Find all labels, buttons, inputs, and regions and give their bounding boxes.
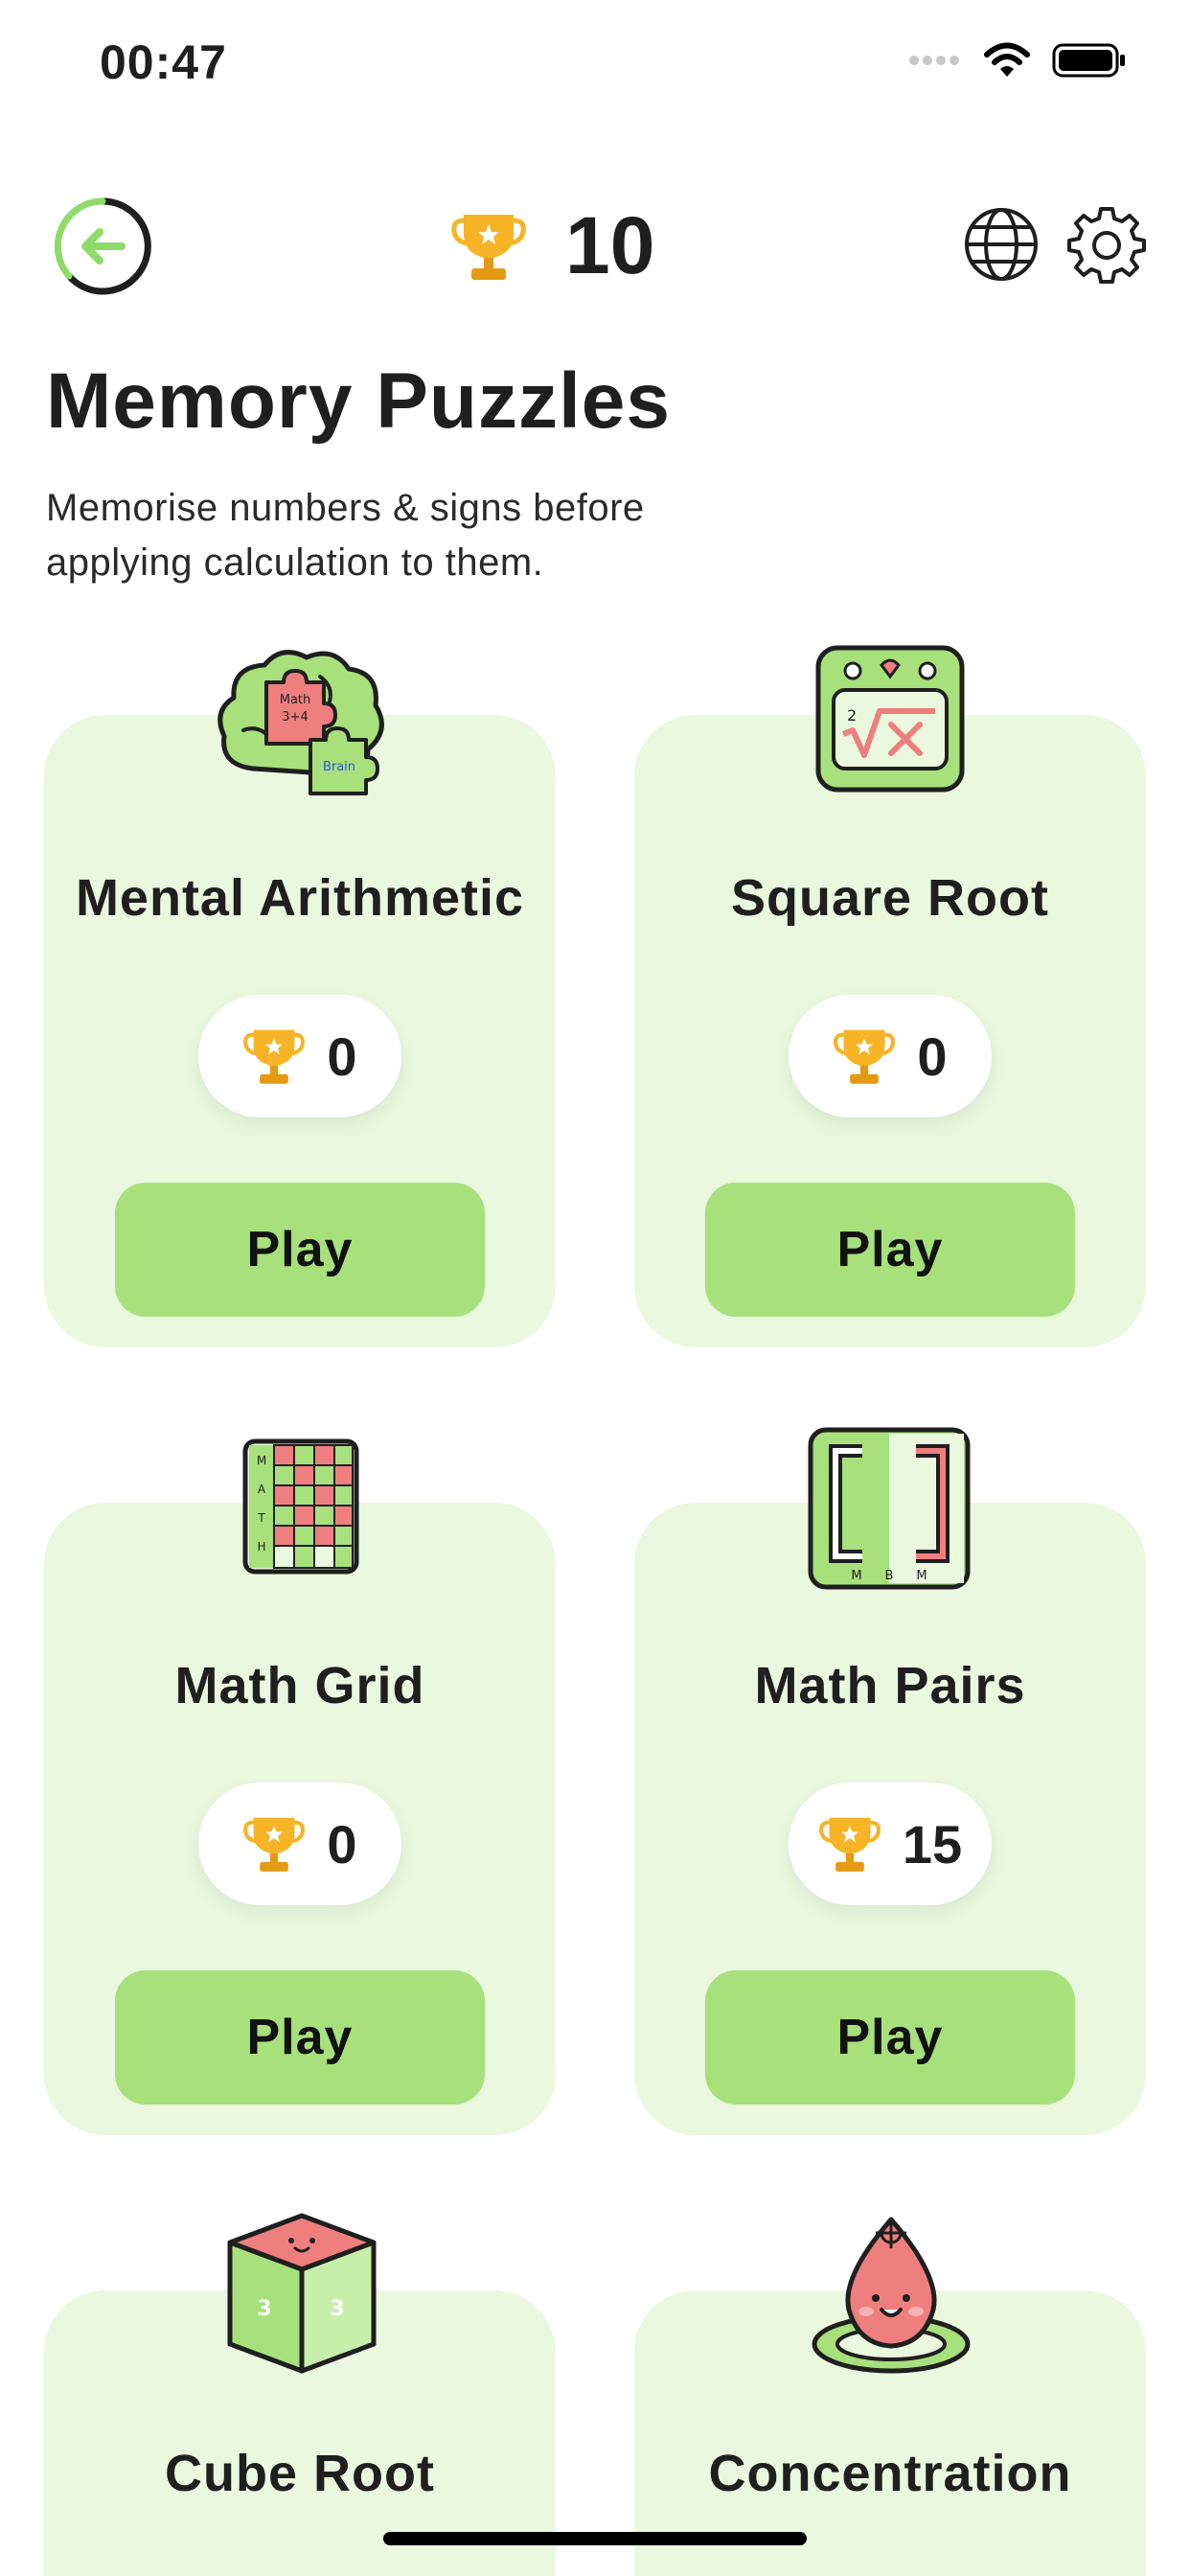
- play-button[interactable]: Play: [705, 1970, 1075, 2104]
- total-score-value: 10: [565, 200, 655, 290]
- signal-icon: [909, 56, 959, 65]
- svg-text:Brain: Brain: [323, 760, 355, 774]
- card-title: Square Root: [730, 869, 1050, 927]
- puzzle-card-mental-arithmetic: Math 3+4 Brain Mental Arithmetic 0 Play: [44, 650, 556, 1347]
- card-score-pill: 15: [789, 1782, 992, 1905]
- svg-text:3: 3: [330, 2297, 344, 2321]
- svg-text:3+4: 3+4: [282, 710, 308, 724]
- svg-text:2: 2: [847, 706, 857, 724]
- puzzle-card-square-root: 2 Square Root 0 Play: [634, 645, 1146, 1347]
- settings-button[interactable]: [1065, 203, 1148, 286]
- status-time: 00:47: [100, 35, 227, 89]
- page-title: Memory Puzzles: [46, 357, 671, 445]
- card-score-pill: 0: [198, 995, 401, 1117]
- globe-icon: [965, 208, 1038, 281]
- puzzle-card-math-pairs: M B M Math Pairs 15 Play: [634, 1427, 1146, 2135]
- battery-icon: [1052, 43, 1125, 78]
- svg-text:A: A: [258, 1483, 266, 1496]
- cube-icon: 3 3: [227, 2213, 377, 2374]
- trophy-icon: [243, 1817, 306, 1872]
- status-bar: 00:47: [0, 0, 1190, 125]
- trophy-icon: [834, 1029, 896, 1084]
- card-score-value: 0: [327, 1813, 357, 1874]
- trophy-icon: [451, 214, 526, 280]
- card-title: Cube Root: [165, 2445, 435, 2502]
- trophy-icon: [818, 1817, 881, 1872]
- back-button[interactable]: [50, 194, 155, 299]
- drop-target-icon: [812, 2217, 971, 2374]
- card-title: Math Grid: [174, 1657, 425, 1714]
- page-description: Memorise numbers & signs before applying…: [46, 487, 645, 584]
- wifi-icon: [984, 42, 1030, 77]
- math-grid-icon: M A T H: [242, 1438, 359, 1575]
- card-title: Mental Arithmetic: [75, 869, 525, 927]
- math-pairs-icon: M B M: [808, 1427, 971, 1590]
- svg-text:M: M: [916, 1569, 927, 1583]
- svg-text:Math: Math: [280, 693, 311, 707]
- brain-puzzle-icon: Math 3+4 Brain: [217, 650, 384, 795]
- play-button[interactable]: Play: [705, 1183, 1075, 1317]
- svg-text:B: B: [885, 1569, 894, 1583]
- language-button[interactable]: [962, 205, 1041, 284]
- play-button[interactable]: Play: [115, 1183, 485, 1317]
- card-score-pill: 0: [198, 1782, 401, 1905]
- top-bar: 10: [0, 182, 1190, 316]
- svg-text:M: M: [851, 1569, 861, 1583]
- card-title: Math Pairs: [754, 1657, 1026, 1714]
- card-score-value: 15: [902, 1813, 963, 1874]
- total-score: 10: [450, 199, 654, 292]
- card-title: Concentration: [708, 2445, 1072, 2502]
- card-score-pill: 0: [789, 995, 992, 1117]
- square-root-icon: 2: [815, 645, 965, 793]
- card-score-value: 0: [327, 1025, 357, 1087]
- svg-text:3: 3: [257, 2297, 271, 2321]
- svg-text:H: H: [257, 1540, 265, 1553]
- gear-icon: [1067, 207, 1146, 284]
- puzzle-card-math-grid: M A T H Math Grid 0 Play: [44, 1438, 556, 2135]
- trophy-icon: [243, 1029, 306, 1084]
- arrow-left-icon: [54, 197, 151, 295]
- play-button[interactable]: Play: [115, 1970, 485, 2104]
- svg-text:M: M: [257, 1454, 266, 1467]
- svg-text:T: T: [257, 1511, 265, 1525]
- home-indicator: [383, 2532, 807, 2545]
- card-score-value: 0: [917, 1025, 948, 1087]
